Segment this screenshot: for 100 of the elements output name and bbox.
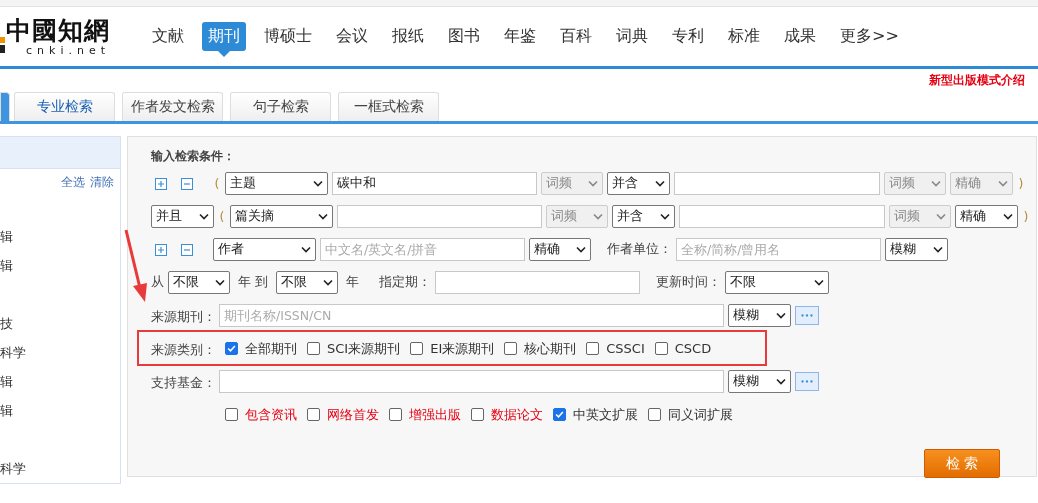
dropdown[interactable]: 精确 <box>529 238 591 261</box>
chevron-icon <box>1003 213 1013 220</box>
checkbox-label: SCI来源期刊 <box>327 339 401 358</box>
field-label: 年 到 <box>238 274 268 291</box>
chevron-icon <box>776 312 786 319</box>
sidebar-item[interactable]: 辑 <box>0 396 120 425</box>
nav-tab[interactable]: 文献 <box>146 22 190 51</box>
field-label: 来源期刊： <box>151 308 216 324</box>
nav-tab[interactable]: 更多>> <box>834 22 905 51</box>
dropdown[interactable]: 精确 <box>955 205 1018 228</box>
checkbox[interactable] <box>553 408 566 421</box>
parenthesis: ) <box>1022 209 1030 224</box>
nav-tab[interactable]: 会议 <box>330 22 374 51</box>
nav-tab[interactable]: 标准 <box>722 22 766 51</box>
chevron-icon <box>301 246 311 253</box>
input-field[interactable] <box>679 205 885 228</box>
chevron-icon <box>576 246 586 253</box>
input-field[interactable] <box>337 205 542 228</box>
input-field[interactable]: 碳中和 <box>332 172 537 195</box>
dropdown[interactable]: 并含 <box>612 205 675 228</box>
search-tab[interactable]: 句子检索 <box>230 92 331 121</box>
sidebar-item[interactable]: 辑 <box>0 251 120 280</box>
checkbox[interactable] <box>307 342 320 355</box>
logo-title: 中國知網 <box>6 17 111 45</box>
checkbox[interactable] <box>504 342 518 355</box>
plus-icon[interactable] <box>155 243 167 256</box>
dropdown[interactable]: 并且 <box>151 205 214 228</box>
logo-subtitle: cnki.net <box>25 45 111 56</box>
nav-tab[interactable]: 专利 <box>666 22 710 51</box>
field-label: 更新时间： <box>656 274 721 291</box>
dropdown[interactable]: 不限 <box>276 271 338 294</box>
nav-tab[interactable]: 百科 <box>554 22 598 51</box>
chevron-icon <box>588 180 598 187</box>
minus-icon[interactable] <box>181 243 193 256</box>
plus-icon[interactable] <box>155 177 167 190</box>
sidebar-item[interactable]: 科学 <box>0 454 120 483</box>
chevron-icon <box>215 279 225 286</box>
nav-tab[interactable]: 图书 <box>442 22 486 51</box>
checkbox[interactable] <box>410 342 424 355</box>
checkbox[interactable] <box>648 408 661 421</box>
dropdown[interactable]: 不限 <box>725 271 829 294</box>
field-label: 来源类别： <box>151 341 216 357</box>
dropdown[interactable]: 并含 <box>607 172 670 195</box>
sidebar-item[interactable]: 辑 <box>0 367 120 396</box>
input-field[interactable] <box>219 370 724 393</box>
chevron-icon <box>814 279 824 286</box>
input-field[interactable] <box>674 172 880 195</box>
checkbox[interactable] <box>586 342 600 355</box>
sidebar-item[interactable]: 科学 <box>0 338 120 367</box>
chevron-icon <box>199 213 209 220</box>
search-tab[interactable]: 专业检索 <box>14 92 115 121</box>
dropdown[interactable]: 模糊 <box>728 304 791 327</box>
search-tab[interactable]: 一框式检索 <box>338 92 439 121</box>
sidebar-item[interactable]: 辑 <box>0 222 120 251</box>
checkbox-label: 网络首发 <box>327 405 379 424</box>
checkbox[interactable] <box>307 408 320 421</box>
dropdown[interactable]: 主题 <box>225 172 328 195</box>
search-tab[interactable] <box>0 92 10 121</box>
promo-link[interactable]: 新型出版模式介绍 <box>929 71 1025 89</box>
checkbox-label: 核心期刊 <box>524 339 577 358</box>
tab-pointer-icon <box>218 51 230 57</box>
dropdown[interactable]: 篇关摘 <box>230 205 333 228</box>
dropdown[interactable]: 模糊 <box>885 238 948 261</box>
parenthesis: ( <box>213 176 221 191</box>
parenthesis: ( <box>218 209 226 224</box>
field-label: 从 <box>151 274 164 291</box>
chevron-icon <box>998 180 1008 187</box>
dropdown[interactable]: 模糊 <box>728 370 791 393</box>
field-label: 年 <box>346 274 359 291</box>
checkbox-label: 中英文扩展 <box>573 405 638 424</box>
field-label: 支持基金： <box>151 374 216 390</box>
nav-tab[interactable]: 报纸 <box>386 22 430 51</box>
checkbox[interactable] <box>471 408 484 421</box>
checkbox-label: CSCD <box>674 341 712 356</box>
checkbox-label: 增强出版 <box>409 405 461 424</box>
logo-icon <box>0 37 5 53</box>
clear-link[interactable]: 清除 <box>90 174 114 191</box>
dropdown[interactable]: 不限 <box>168 271 230 294</box>
checkbox[interactable] <box>225 342 238 355</box>
search-tab[interactable]: 作者发文检索 <box>122 92 223 121</box>
input-field[interactable]: 期刊名称/ISSN/CN <box>219 304 724 327</box>
chevron-icon <box>655 180 665 187</box>
nav-tab[interactable]: 词典 <box>610 22 654 51</box>
checkbox[interactable] <box>389 408 402 421</box>
dropdown[interactable]: 作者 <box>213 238 316 261</box>
checkbox-label: 全部期刊 <box>245 339 297 358</box>
select-all-link[interactable]: 全选 <box>61 174 85 191</box>
input-field[interactable] <box>435 271 640 294</box>
nav-tab[interactable]: 博硕士 <box>258 22 318 51</box>
sidebar-item[interactable]: 技 <box>0 309 120 338</box>
checkbox[interactable] <box>225 408 238 421</box>
section-heading: 输入检索条件： <box>151 148 236 164</box>
nav-tab[interactable]: 年鉴 <box>498 22 542 51</box>
nav-tab[interactable]: 期刊 <box>202 22 246 51</box>
checkbox-label: CSSCI <box>606 341 645 356</box>
minus-icon[interactable] <box>181 177 193 190</box>
input-field[interactable]: 全称/简称/曾用名 <box>676 238 881 261</box>
nav-tab[interactable]: 成果 <box>778 22 822 51</box>
input-field[interactable]: 中文名/英文名/拼音 <box>320 238 525 261</box>
checkbox[interactable] <box>654 342 668 355</box>
